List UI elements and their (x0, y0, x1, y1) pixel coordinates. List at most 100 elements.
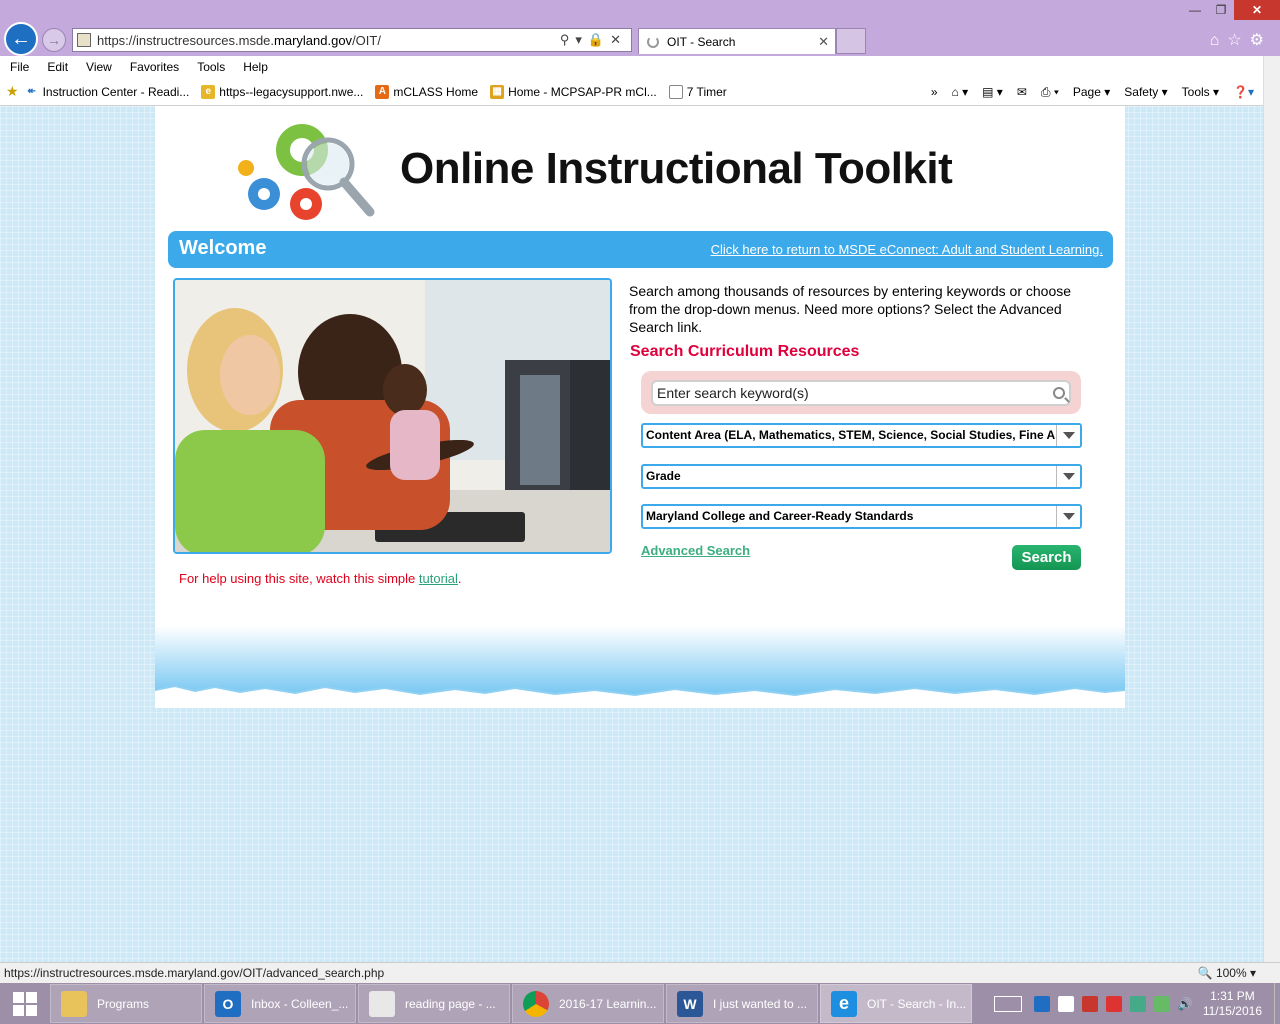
search-input[interactable]: Enter search keyword(s) (651, 380, 1071, 406)
show-desktop-button[interactable] (1274, 983, 1280, 1024)
advanced-search-link[interactable]: Advanced Search (641, 543, 750, 558)
windows-logo-icon (13, 991, 37, 1016)
home-icon[interactable]: ⌂ ▾ (952, 85, 969, 99)
favorites-bar: ★ ↞ Instruction Center - Readi... e http… (0, 78, 1280, 106)
title-bar: ← → https://instructresources.msde. maryl… (0, 0, 1280, 56)
help-suffix: . (457, 571, 462, 586)
welcome-heading: Welcome (179, 237, 267, 259)
search-intro-text: Search among thousands of resources by e… (629, 283, 1072, 335)
favorites-star-icon[interactable]: ☆ (1227, 32, 1249, 49)
close-window-button[interactable]: ✕ (1234, 0, 1280, 20)
home-icon[interactable]: ⌂ (1210, 32, 1228, 49)
taskbar-item-ie-oit-search[interactable]: e OIT - Search - In... (820, 984, 972, 1023)
restore-button[interactable]: ❐ (1208, 0, 1234, 20)
word-icon: W (677, 990, 703, 1017)
help-icon[interactable]: ❓▾ (1233, 85, 1254, 99)
vertical-scrollbar[interactable] (1263, 56, 1280, 962)
favorite-label: 7 Timer (686, 84, 727, 99)
start-button[interactable] (0, 983, 50, 1024)
tab-oit-search[interactable]: OIT - Search ✕ (638, 28, 836, 54)
tutorial-link[interactable]: tutorial (419, 571, 458, 586)
classroom-photo (173, 278, 612, 554)
return-to-econnect-link[interactable]: Click here to return to MSDE eConnect: A… (711, 242, 1103, 257)
window-controls: — ❐ ✕ (1182, 0, 1280, 20)
forward-arrow-icon: → (47, 32, 61, 48)
favorite-instruction-center[interactable]: ↞ Instruction Center - Readi... (24, 84, 190, 99)
security-tray-icon[interactable] (1081, 995, 1098, 1012)
instruction-center-icon: ↞ (24, 84, 39, 99)
chevron-down-icon[interactable] (1056, 466, 1080, 487)
menu-favorites[interactable]: Favorites (130, 60, 179, 74)
minimize-button[interactable]: — (1182, 0, 1208, 20)
menu-file[interactable]: File (10, 60, 29, 74)
settings-gear-icon[interactable]: ⚙ (1250, 32, 1272, 49)
clock-time: 1:31 PM (1210, 988, 1255, 1003)
tools-menu[interactable]: Tools ▾ (1182, 85, 1219, 99)
zoom-value: 100% (1215, 966, 1247, 980)
site-title: Online Instructional Toolkit (400, 144, 953, 193)
browser-chrome: ← → https://instructresources.msde. maryl… (0, 0, 1280, 106)
grade-select[interactable]: Grade (641, 464, 1082, 489)
favorite-mclass-home[interactable]: A mCLASS Home (375, 84, 479, 99)
menu-edit[interactable]: Edit (47, 60, 68, 74)
site-favicon-icon (77, 33, 91, 47)
content-area-select[interactable]: Content Area (ELA, Mathematics, STEM, Sc… (641, 423, 1082, 448)
red-app-tray-icon[interactable] (1105, 995, 1122, 1012)
new-tab-button[interactable] (836, 28, 866, 54)
tab-close-icon[interactable]: ✕ (818, 34, 829, 50)
taskbar-item-programs[interactable]: Programs (50, 984, 202, 1023)
taskbar-item-chrome[interactable]: 2016-17 Learnin... (512, 984, 664, 1023)
favorite-7-timer[interactable]: 7 Timer (668, 84, 727, 99)
mail-icon[interactable]: ✉ (1017, 85, 1027, 99)
page-icon (668, 84, 683, 99)
taskbar-item-outlook[interactable]: O Inbox - Colleen_... (204, 984, 356, 1023)
back-button[interactable]: ← (4, 22, 38, 56)
task-label: reading page - ... (405, 996, 496, 1011)
taskbar-item-word[interactable]: W I just wanted to ... (666, 984, 818, 1023)
favorite-label: mCLASS Home (393, 84, 479, 99)
favorite-mcpsap[interactable]: ▦ Home - MCPSAP-PR mCl... (490, 84, 657, 99)
status-url: https://instructresources.msde.maryland.… (4, 966, 385, 980)
address-bar[interactable]: https://instructresources.msde. maryland.… (72, 28, 632, 52)
task-label: 2016-17 Learnin... (559, 996, 657, 1011)
content-area-value: Content Area (ELA, Mathematics, STEM, Sc… (646, 428, 1075, 442)
url-prefix: https://instructresources.msde. (97, 32, 275, 48)
status-bar: https://instructresources.msde.maryland.… (0, 962, 1280, 983)
print-icon[interactable]: ⎙ ▾ (1041, 85, 1059, 100)
clock[interactable]: 1:31 PM 11/15/2016 (1203, 989, 1262, 1019)
browser-right-icons: ⌂☆⚙ (1210, 30, 1272, 50)
help-prefix: For help using this site, watch this sim… (179, 571, 419, 586)
chevron-down-icon[interactable] (1056, 425, 1080, 446)
menu-tools[interactable]: Tools (197, 60, 225, 74)
keyboard-icon[interactable] (993, 995, 1022, 1012)
favorite-label: Instruction Center - Readi... (42, 84, 190, 99)
folder-icon (61, 990, 87, 1017)
address-bar-icons[interactable]: ⚲▾🔒✕ (560, 32, 627, 48)
menu-help[interactable]: Help (243, 60, 268, 74)
favorite-label: https--legacysupport.nwe... (219, 84, 364, 99)
menu-view[interactable]: View (86, 60, 112, 74)
clock-date: 11/15/2016 (1202, 1003, 1262, 1018)
zoom-level[interactable]: 🔍 100% ▾ (1198, 963, 1256, 983)
favorites-star-icon[interactable]: ★ (6, 83, 19, 100)
shield-tray-icon[interactable] (1153, 995, 1170, 1012)
chevron-down-icon[interactable] (1056, 506, 1080, 527)
search-button[interactable]: Search (1012, 545, 1081, 570)
taskbar-item-reading-page[interactable]: reading page - ... (358, 984, 510, 1023)
forward-button[interactable]: → (42, 28, 66, 52)
rss-feed-icon[interactable]: ▤ ▾ (982, 85, 1003, 99)
network-tray-icon[interactable] (1129, 995, 1146, 1012)
page-menu[interactable]: Page ▾ (1073, 85, 1110, 99)
help-text: For help using this site, watch this sim… (179, 571, 462, 586)
torn-edge-decoration (155, 684, 1125, 708)
close-tray-icon[interactable] (1057, 995, 1074, 1012)
url-host: maryland.gov (274, 32, 353, 48)
search-icon[interactable] (1053, 387, 1065, 399)
chevron-more-icon[interactable]: » (931, 85, 938, 99)
standards-select[interactable]: Maryland College and Career-Ready Standa… (641, 504, 1082, 529)
url-suffix: /OIT/ (352, 32, 381, 48)
safety-menu[interactable]: Safety ▾ (1124, 85, 1167, 99)
volume-icon[interactable]: 🔊 (1178, 997, 1193, 1011)
outlook-tray-icon[interactable] (1033, 995, 1050, 1012)
favorite-legacysupport[interactable]: e https--legacysupport.nwe... (201, 84, 364, 99)
